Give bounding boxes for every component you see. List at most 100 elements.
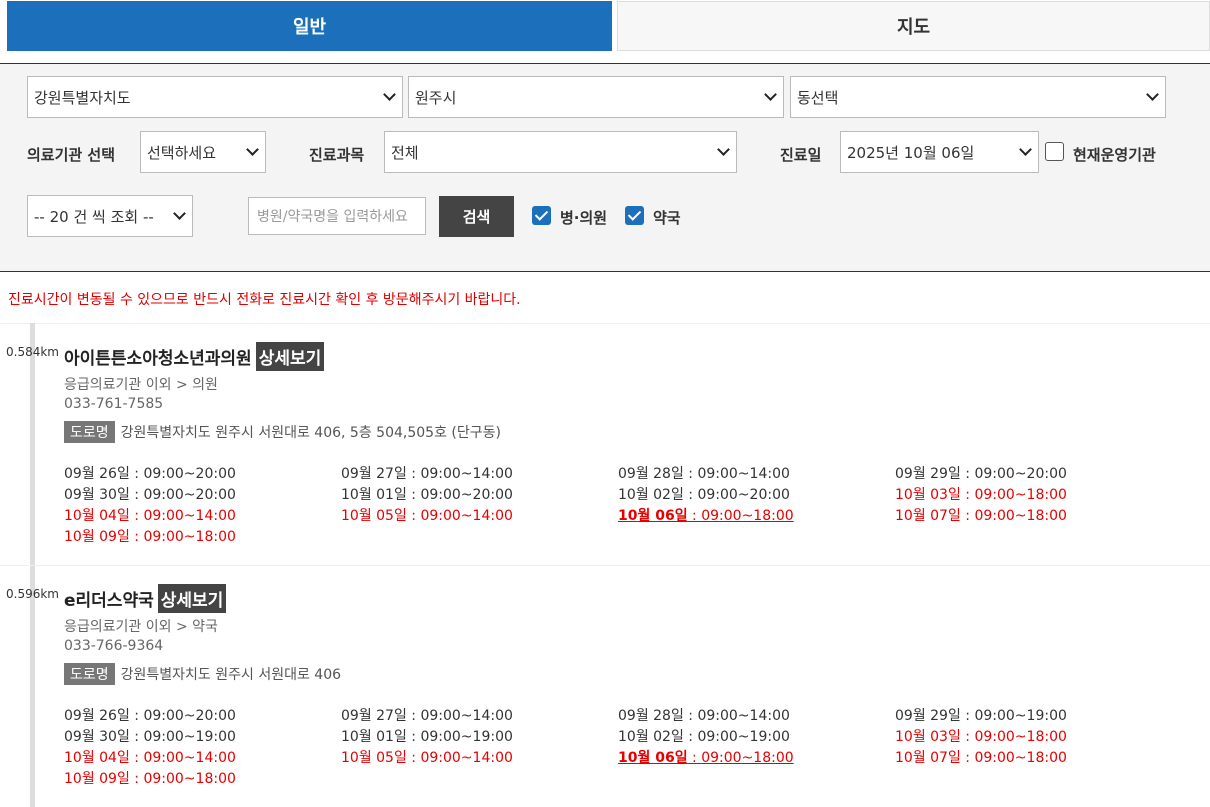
notice-text: 진료시간이 변동될 수 있으므로 반드시 전화로 진료시간 확인 후 방문해주시…	[8, 292, 521, 308]
schedule-time: : 09:00~20:00	[960, 466, 1067, 482]
schedule-cell: 10월 06일 : 09:00~18:00	[618, 505, 794, 525]
result-item: 0.596km e리더스약국 상세보기 응급의료기관 이외 > 약국 033-766-9…	[0, 565, 1210, 807]
chevron-down-icon	[383, 88, 396, 101]
chevron-down-icon	[1146, 88, 1159, 101]
schedule-time: : 09:00~18:00	[687, 508, 794, 524]
schedule-day: 09월 27일	[341, 708, 407, 724]
schedule-day: 10월 05일	[341, 750, 407, 766]
schedule-time: : 09:00~14:00	[129, 750, 236, 766]
schedule-cell: 10월 05일 : 09:00~14:00	[341, 505, 513, 525]
schedule-day: 10월 03일	[895, 729, 961, 745]
schedule-time: : 09:00~18:00	[960, 729, 1067, 745]
open-now-checkbox[interactable]	[1045, 142, 1064, 161]
schedule-day: 09월 27일	[341, 466, 407, 482]
schedule-day: 09월 28일	[618, 466, 684, 482]
tab-general[interactable]: 일반	[7, 1, 612, 51]
schedule-time: : 09:00~18:00	[129, 529, 236, 545]
chevron-down-icon	[764, 88, 777, 101]
dept-select[interactable]: 전체	[384, 131, 737, 173]
date-label: 진료일	[780, 146, 822, 164]
schedule-day: 10월 04일	[64, 508, 130, 524]
chevron-down-icon	[1019, 143, 1032, 156]
schedule-cell: 09월 26일 : 09:00~20:00	[64, 705, 236, 725]
dept-label: 진료과목	[309, 146, 365, 164]
distance-label: 0.596km	[6, 587, 59, 601]
institution-select-value: 선택하세요	[147, 143, 217, 162]
schedule-time: : 09:00~18:00	[960, 750, 1067, 766]
schedule-day: 10월 01일	[341, 729, 407, 745]
category-text: 응급의료기관 이외 > 의원	[64, 377, 218, 393]
schedule-cell: 09월 28일 : 09:00~14:00	[618, 705, 790, 725]
schedule-cell: 10월 07일 : 09:00~18:00	[895, 505, 1067, 525]
filter-panel: 강원특별자치도 원주시 동선택 의료기관 선택 선택하세요 진료과목 전체 진료…	[0, 63, 1210, 272]
hospital-checkbox[interactable]	[532, 206, 551, 225]
city-select[interactable]: 원주시	[408, 76, 784, 118]
schedule-day: 09월 26일	[64, 708, 130, 724]
schedule-day: 10월 09일	[64, 529, 130, 545]
distance-label: 0.584km	[6, 345, 59, 359]
schedule-day: 10월 07일	[895, 508, 961, 524]
facility-name-row: 아이튼튼소아청소년과의원 상세보기	[64, 342, 325, 371]
schedule-cell: 10월 09일 : 09:00~18:00	[64, 768, 236, 788]
schedule-day: 10월 05일	[341, 508, 407, 524]
schedule-cell: 09월 30일 : 09:00~20:00	[64, 484, 236, 504]
detail-button[interactable]: 상세보기	[255, 342, 325, 371]
schedule-time: : 09:00~14:00	[683, 466, 790, 482]
chevron-down-icon	[246, 143, 259, 156]
schedule-time: : 09:00~20:00	[129, 487, 236, 503]
schedule-day: 10월 02일	[618, 487, 684, 503]
dong-select[interactable]: 동선택	[790, 76, 1166, 118]
page-size-select[interactable]: -- 20 건 씩 조회 --	[27, 195, 193, 237]
search-input[interactable]: 병원/약국명을 입력하세요	[248, 197, 426, 235]
phone-text[interactable]: 033-761-7585	[64, 396, 163, 412]
schedule-day: 10월 09일	[64, 771, 130, 787]
facility-name: 아이튼튼소아청소년과의원	[64, 349, 252, 369]
dept-select-value: 전체	[391, 143, 419, 162]
schedule-cell: 10월 07일 : 09:00~18:00	[895, 747, 1067, 767]
schedule-time: : 09:00~18:00	[960, 487, 1067, 503]
pharmacy-checkbox-label: 약국	[653, 209, 681, 227]
open-now-label: 현재운영기관	[1073, 146, 1156, 164]
schedule-time: : 09:00~18:00	[687, 750, 794, 766]
schedule-day: 10월 02일	[618, 729, 684, 745]
schedule-cell: 10월 05일 : 09:00~14:00	[341, 747, 513, 767]
address-text: 강원특별자치도 원주시 서원대로 406, 5층 504,505호 (단구동)	[120, 425, 501, 441]
detail-button[interactable]: 상세보기	[157, 584, 227, 613]
chevron-down-icon	[717, 143, 730, 156]
schedule-day: 09월 29일	[895, 708, 961, 724]
schedule-cell: 09월 27일 : 09:00~14:00	[341, 463, 513, 483]
schedule-cell: 10월 01일 : 09:00~19:00	[341, 726, 513, 746]
search-button[interactable]: 검색	[439, 196, 514, 237]
schedule-cell: 10월 01일 : 09:00~20:00	[341, 484, 513, 504]
province-select[interactable]: 강원특별자치도	[27, 76, 403, 118]
schedule-cell: 09월 28일 : 09:00~14:00	[618, 463, 790, 483]
institution-label: 의료기관 선택	[27, 146, 116, 164]
result-item: 0.584km 아이튼튼소아청소년과의원 상세보기응급의료기관 이외 > 의원 033…	[0, 323, 1210, 565]
address-row: 도로명 강원특별자치도 원주시 서원대로 406	[64, 663, 341, 685]
schedule-day: 09월 30일	[64, 487, 130, 503]
road-address-tag: 도로명	[64, 421, 115, 443]
schedule-time: : 09:00~19:00	[406, 729, 513, 745]
facility-name-row: e리더스약국 상세보기	[64, 584, 227, 613]
schedule-cell: 10월 04일 : 09:00~14:00	[64, 747, 236, 767]
institution-select[interactable]: 선택하세요	[140, 131, 266, 173]
schedule-cell: 10월 03일 : 09:00~18:00	[895, 484, 1067, 504]
schedule-time: : 09:00~19:00	[129, 729, 236, 745]
schedule-cell: 10월 09일 : 09:00~18:00	[64, 526, 236, 546]
schedule-cell: 10월 02일 : 09:00~20:00	[618, 484, 790, 504]
address-row: 도로명 강원특별자치도 원주시 서원대로 406, 5층 504,505호 (단구…	[64, 421, 501, 443]
date-select[interactable]: 2025년 10월 06일	[840, 131, 1039, 173]
schedule-cell: 09월 26일 : 09:00~20:00	[64, 463, 236, 483]
schedule-time: : 09:00~14:00	[683, 708, 790, 724]
schedule-day: 09월 26일	[64, 466, 130, 482]
schedule-time: : 09:00~18:00	[960, 508, 1067, 524]
schedule-day: 09월 29일	[895, 466, 961, 482]
phone-text[interactable]: 033-766-9364	[64, 638, 163, 654]
schedule-day: 09월 30일	[64, 729, 130, 745]
road-address-tag: 도로명	[64, 663, 115, 685]
pharmacy-checkbox[interactable]	[625, 206, 644, 225]
schedule-day: 10월 07일	[895, 750, 961, 766]
tab-map[interactable]: 지도	[617, 1, 1210, 51]
schedule-cell: 09월 30일 : 09:00~19:00	[64, 726, 236, 746]
schedule-time: : 09:00~14:00	[406, 708, 513, 724]
